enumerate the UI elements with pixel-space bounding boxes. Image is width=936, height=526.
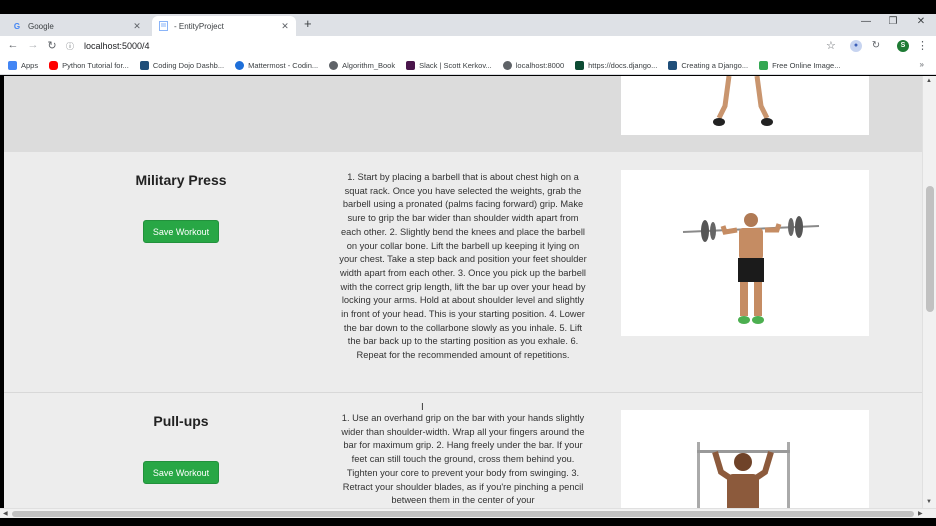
browser-toolbar: ← → ↻ ⓘ localhost:5000/4 ☆ ● ↻ S ⋮ [0, 36, 936, 56]
reload-icon[interactable]: ↻ [45, 39, 59, 52]
extension-refresh-icon[interactable]: ↻ [870, 40, 882, 52]
text-cursor-icon: I [421, 402, 424, 413]
bookmarks-overflow-icon[interactable]: » [920, 60, 924, 69]
bookmark-star-icon[interactable]: ☆ [826, 39, 836, 52]
tab-google[interactable]: G Google ✕ [6, 16, 148, 36]
tab-title: - EntityProject [174, 21, 224, 31]
address-bar[interactable]: ⓘ localhost:5000/4 [64, 38, 844, 54]
close-window-icon[interactable]: ✕ [914, 16, 928, 27]
apps-grid-icon [8, 60, 17, 70]
extension-icon[interactable]: ● [850, 40, 862, 52]
close-icon[interactable]: ✕ [280, 21, 290, 32]
exercise-image [621, 76, 869, 135]
save-workout-button[interactable]: Save Workout [143, 461, 219, 484]
tab-entityproject[interactable]: - EntityProject ✕ [152, 16, 296, 36]
bookmark-label: Coding Dojo Dashb... [152, 60, 225, 70]
exercise-image [621, 170, 869, 336]
minimize-icon[interactable]: — [859, 16, 873, 27]
horizontal-scrollbar[interactable]: ◀ ▶ [0, 508, 936, 518]
scroll-right-icon[interactable]: ▶ [918, 510, 923, 517]
bookmark-item[interactable]: Creating a Django... [668, 60, 749, 70]
new-tab-button[interactable]: + [304, 16, 312, 31]
bookmarks-bar: Apps Python Tutorial for... Coding Dojo Da… [0, 56, 936, 75]
exercise-name: Military Press [135, 172, 227, 188]
bookmark-item[interactable]: Apps [8, 60, 39, 70]
bookmark-item[interactable]: Algorithm_Book [329, 60, 396, 70]
tab-strip: G Google ✕ - EntityProject ✕ [0, 14, 936, 36]
bookmark-label: Creating a Django... [681, 60, 749, 70]
bookmark-item[interactable]: https://docs.django... [575, 60, 658, 70]
mattermost-icon [235, 60, 245, 70]
workout-row: Military Press Save Workout 1. Start by … [4, 152, 922, 392]
bookmark-label: localhost:8000 [515, 60, 565, 70]
exercise-image [621, 410, 869, 508]
bookmark-label: Free Online Image... [772, 60, 841, 70]
letterbox-bottom [0, 518, 936, 526]
menu-icon[interactable]: ⋮ [917, 39, 928, 52]
coding-dojo-icon [139, 60, 149, 70]
bookmark-item[interactable]: Free Online Image... [759, 60, 841, 70]
bookmark-label: Slack | Scott Kerkov... [419, 60, 492, 70]
bookmark-item[interactable]: Mattermost - Codin... [235, 60, 319, 70]
scroll-down-icon[interactable]: ▼ [926, 499, 932, 505]
bookmark-item[interactable]: Coding Dojo Dashb... [139, 60, 225, 70]
exercise-description: 1. Start by placing a barbell that is ab… [339, 172, 587, 361]
workout-row: Pull-ups Save Workout 1. Use an overhand… [4, 392, 922, 508]
exercise-name: Pull-ups [153, 413, 209, 429]
forward-icon[interactable]: → [26, 39, 40, 51]
exercise-description: 1. Use an overhand grip on the bar with … [341, 413, 585, 506]
scroll-left-icon[interactable]: ◀ [3, 510, 8, 517]
workout-row [4, 76, 922, 152]
scroll-thumb[interactable] [12, 511, 914, 517]
bookmark-item[interactable]: localhost:8000 [502, 60, 565, 70]
bookmark-item[interactable]: Python Tutorial for... [49, 60, 129, 70]
page-icon [158, 21, 168, 31]
vertical-scrollbar[interactable]: ▲ ▼ [922, 76, 936, 508]
bookmark-item[interactable]: Slack | Scott Kerkov... [406, 60, 492, 70]
bookmark-label: Apps [21, 60, 39, 70]
bookmark-label: Algorithm_Book [342, 60, 396, 70]
bookmark-label: Python Tutorial for... [62, 60, 129, 70]
django-icon [575, 60, 585, 70]
youtube-icon [49, 60, 59, 70]
google-g-icon: G [13, 21, 21, 31]
tab-title: Google [28, 21, 54, 31]
save-workout-button[interactable]: Save Workout [143, 220, 219, 243]
url-text: localhost:5000/4 [84, 41, 150, 51]
coding-dojo-icon [668, 60, 678, 70]
info-icon[interactable]: ⓘ [64, 41, 76, 52]
scroll-thumb[interactable] [926, 186, 934, 312]
slack-icon [406, 60, 416, 70]
close-icon[interactable]: ✕ [132, 21, 142, 32]
bookmark-label: https://docs.django... [588, 60, 658, 70]
restore-icon[interactable]: ❐ [886, 16, 900, 27]
globe-icon [329, 60, 339, 70]
bookmark-label: Mattermost - Codin... [248, 60, 319, 70]
letterbox-top [0, 0, 936, 14]
back-icon[interactable]: ← [6, 39, 20, 51]
avatar[interactable]: S [897, 40, 909, 52]
globe-icon [502, 60, 512, 70]
scroll-up-icon[interactable]: ▲ [926, 78, 932, 84]
page-viewport: Military Press Save Workout 1. Start by … [4, 76, 922, 508]
image-icon [759, 60, 769, 70]
screen: G Google ✕ - EntityProject ✕ + — ❐ ✕ ← →… [0, 0, 936, 526]
